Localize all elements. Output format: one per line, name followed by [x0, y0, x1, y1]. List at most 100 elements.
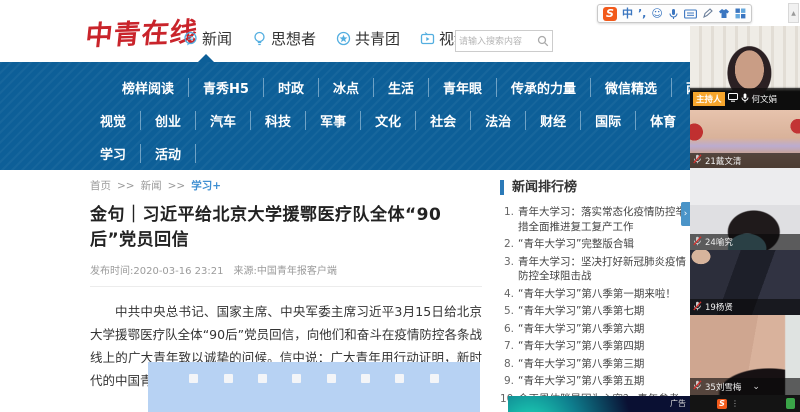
participant-video-2[interactable]: 21戴文清 [690, 110, 800, 168]
top-nav-label: 共青团 [355, 28, 400, 49]
navbar-link[interactable]: 冰点 [319, 78, 374, 97]
participant-video-5[interactable]: 35刘雪梅 ⌄ [690, 315, 800, 395]
toolbox-grid-icon[interactable] [735, 8, 746, 19]
ranking-number: 9. [500, 374, 518, 389]
navbar-link[interactable]: 活动 [141, 144, 196, 163]
ranking-link: “青年大学习”完整版合辑 [518, 237, 688, 252]
ranking-item[interactable]: 9. “青年大学习”第八季第五期 [500, 374, 688, 389]
navbar-link[interactable]: 微信精选 [591, 78, 672, 97]
ranking-link: 青年大学习：落实常态化疫情防控举措全面推进复工复产工作 [518, 205, 688, 234]
article-title: 金句｜习近平给北京大学援鄂医疗队全体“90后”党员回信 [90, 200, 482, 250]
star-circle-icon [336, 31, 351, 46]
article-image [148, 362, 480, 412]
main-navbar: 榜样阅读青秀H5时政冰点生活青年眼传承的力量微信精选两会专题中青号 视觉创业汽车… [0, 62, 690, 170]
navbar-link[interactable]: 军事 [306, 111, 361, 130]
skin-shirt-icon[interactable] [718, 8, 730, 19]
navbar-link[interactable]: 生活 [374, 78, 429, 97]
ranking-item[interactable]: 1. 青年大学习：落实常态化疫情防控举措全面推进复工复产工作 [500, 205, 688, 234]
breadcrumb-home[interactable]: 首页 [90, 178, 111, 193]
microphone-icon[interactable] [668, 8, 679, 20]
navbar-link[interactable]: 法治 [471, 111, 526, 130]
navbar-link[interactable]: 体育 [636, 111, 691, 130]
search-input[interactable] [456, 36, 537, 46]
navbar-link[interactable]: 青秀H5 [189, 78, 264, 97]
ranking-item[interactable]: 4. “青年大学习”第八季第一期来啦！ [500, 287, 688, 302]
navbar-link[interactable]: 文化 [361, 111, 416, 130]
navbar-link[interactable]: 时政 [264, 78, 319, 97]
participant-label: 35刘雪梅 ⌄ [690, 378, 800, 395]
ranking-item[interactable]: 6. “青年大学习”第八季第六期 [500, 322, 688, 337]
breadcrumb-current[interactable]: 学习+ [191, 178, 221, 193]
search-icon[interactable] [537, 32, 552, 51]
navbar-link[interactable]: 创业 [141, 111, 196, 130]
ranking-number: 4. [500, 287, 518, 302]
breadcrumb: 首页 >> 新闻 >> 学习+ [90, 178, 221, 193]
top-nav-label: 新闻 [202, 28, 232, 49]
mic-on-icon [741, 93, 749, 106]
panel-collapse-handle[interactable]: › [681, 202, 690, 226]
navbar-link[interactable]: 传承的力量 [497, 78, 591, 97]
mic-muted-icon [693, 236, 702, 249]
ranking-title: 新闻排行榜 [500, 180, 688, 195]
sogou-logo-icon[interactable]: S [603, 7, 617, 21]
navbar-link[interactable]: 财经 [526, 111, 581, 130]
tv-icon [420, 31, 435, 46]
top-nav-item-thinker[interactable]: 思想者 [252, 28, 316, 49]
ranking-item[interactable]: 8. “青年大学习”第八季第三期 [500, 357, 688, 372]
screen-share-icon [728, 93, 738, 105]
ad-banner[interactable]: 广告 [508, 396, 690, 412]
navbar-link[interactable]: 科技 [251, 111, 306, 130]
navbar-link[interactable]: 汽车 [196, 111, 251, 130]
chevron-down-icon[interactable]: ⌄ [752, 382, 760, 392]
breadcrumb-separator: >> [117, 180, 135, 192]
ranking-item[interactable]: 7. “青年大学习”第八季第四期 [500, 339, 688, 354]
navbar-link[interactable]: 学习 [86, 144, 141, 163]
news-ranking: 新闻排行榜 1. 青年大学习：落实常态化疫情防控举措全面推进复工复产工作 2. … [500, 180, 688, 409]
navbar-link[interactable]: 社会 [416, 111, 471, 130]
screen: 中青在线 新闻 思想者 共青团 视频 [0, 0, 800, 412]
participant-label: 21戴文清 [690, 153, 800, 168]
ranking-link: “青年大学习”第八季第六期 [518, 322, 688, 337]
navbar-link[interactable]: 国际 [581, 111, 636, 130]
participant-name: 何文娟 [752, 93, 778, 105]
mic-muted-icon [693, 154, 702, 167]
participant-video-3[interactable]: 24喻究 [690, 168, 800, 250]
participant-video-4[interactable]: 19杨贤 [690, 250, 800, 315]
host-badge: 主持人 [693, 92, 725, 106]
participant-label: 主持人 何文娟 [690, 88, 800, 110]
ranking-item[interactable]: 5. “青年大学习”第八季第七期 [500, 304, 688, 319]
ranking-item[interactable]: 3. 青年大学习：坚决打好新冠肺炎疫情防控全球阻击战 [500, 255, 688, 284]
top-nav-label: 思想者 [271, 28, 316, 49]
ranking-link: “青年大学习”第八季第五期 [518, 374, 688, 389]
article-divider [90, 286, 482, 287]
top-nav-item-news[interactable]: 新闻 [183, 28, 232, 49]
participant-name: 24喻究 [705, 236, 733, 248]
navbar-link[interactable]: 视觉 [86, 111, 141, 130]
participant-name: 35刘雪梅 [705, 381, 741, 393]
navbar-row-1: 榜样阅读青秀H5时政冰点生活青年眼传承的力量微信精选两会专题中青号 [0, 71, 690, 104]
ad-label: 广告 [670, 398, 686, 409]
breadcrumb-news[interactable]: 新闻 [141, 178, 162, 193]
article-meta: 发布时间:2020-03-16 23:21 来源:中国青年报客户端 [90, 262, 482, 277]
ranking-number: 7. [500, 339, 518, 354]
scrollbar-up-arrow[interactable]: ▲ [788, 3, 799, 23]
navbar-link[interactable]: 榜样阅读 [108, 78, 189, 97]
participant-video-host[interactable]: 主持人 何文娟 [690, 26, 800, 110]
ime-punctuation-toggle[interactable]: ’, [638, 7, 646, 21]
ime-lang-toggle[interactable]: 中 [622, 7, 633, 21]
ranking-link: “青年大学习”第八季第四期 [518, 339, 688, 354]
navbar-link[interactable]: 青年眼 [429, 78, 497, 97]
ranking-item[interactable]: 2. “青年大学习”完整版合辑 [500, 237, 688, 252]
mic-muted-icon [693, 301, 702, 314]
handwriting-icon[interactable] [702, 8, 713, 19]
participant-label: 19杨贤 [690, 299, 800, 315]
ranking-number: 3. [500, 255, 518, 284]
green-tray-icon[interactable] [786, 398, 795, 409]
participant-name: 19杨贤 [705, 301, 733, 313]
panel-bottom-bar: S ⋮ [690, 395, 800, 412]
top-nav-item-league[interactable]: 共青团 [336, 28, 400, 49]
emoji-icon[interactable]: ☺ [651, 7, 662, 21]
keyboard-icon[interactable] [684, 9, 697, 19]
sogou-mini-icon[interactable]: S [717, 399, 727, 409]
ranking-link: “青年大学习”第八季第七期 [518, 304, 688, 319]
